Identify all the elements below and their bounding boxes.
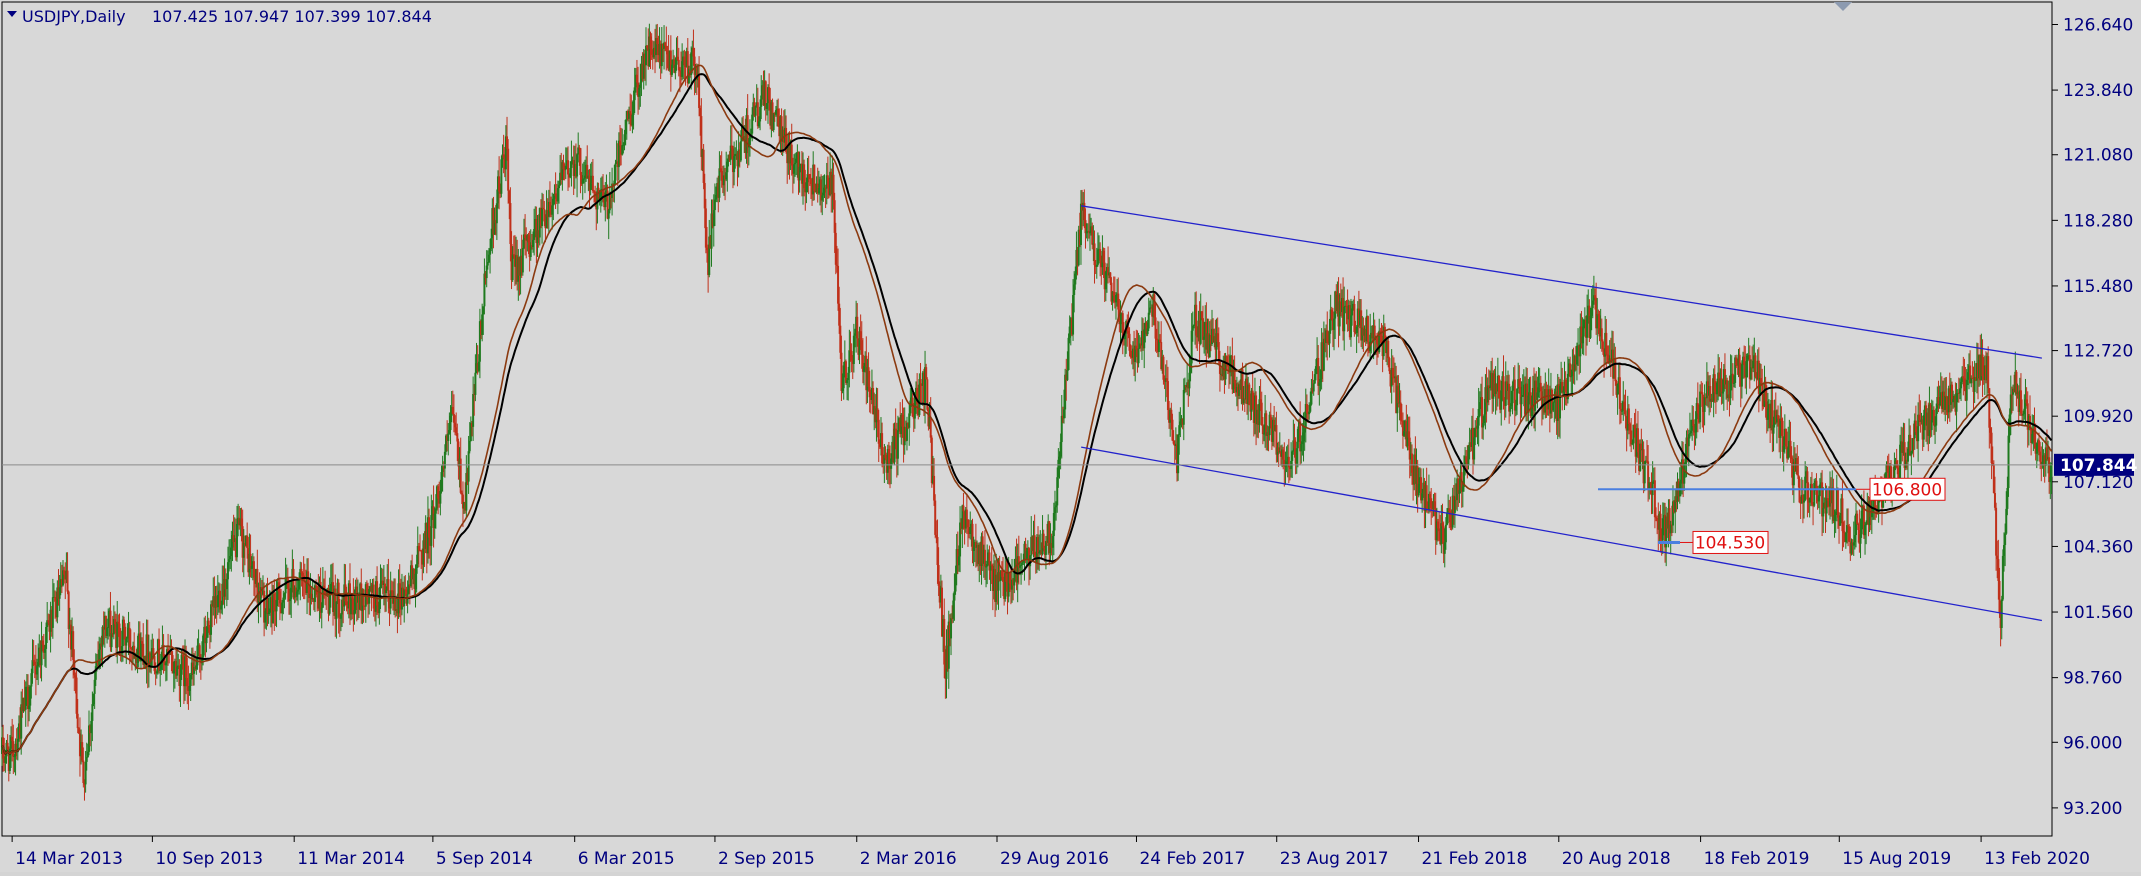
- candle-body: [91, 704, 94, 721]
- candle-body: [1137, 348, 1140, 364]
- time-tick-label: 2 Mar 2016: [860, 849, 957, 869]
- candle-body: [1366, 316, 1369, 343]
- candle-body: [51, 597, 54, 628]
- candle-body: [1856, 513, 1859, 524]
- candle-body: [66, 570, 69, 592]
- time-tick-label: 21 Feb 2018: [1422, 849, 1528, 869]
- candle-body: [739, 141, 742, 161]
- candle-body: [521, 248, 524, 273]
- candle-body: [929, 416, 932, 438]
- level-label-106800: 106.800: [1872, 480, 1942, 500]
- price-tick-label: 121.080: [2063, 146, 2133, 166]
- price-tick-label: 112.720: [2063, 342, 2133, 362]
- candle-body: [1444, 524, 1447, 543]
- chart-container[interactable]: 106.800 104.530 126.640 123.840 121.080 118.…: [0, 0, 2141, 872]
- candle-body: [474, 372, 477, 395]
- price-tick-label: 118.280: [2063, 211, 2133, 231]
- candle-body: [459, 458, 462, 493]
- price-tick-label: 98.760: [2063, 669, 2122, 689]
- candle-body: [335, 601, 338, 620]
- candle-body: [919, 379, 922, 384]
- candle-body: [567, 160, 570, 175]
- price-tick-label: 123.840: [2063, 81, 2133, 101]
- time-tick-label: 10 Sep 2013: [155, 849, 263, 869]
- chart-background: [0, 0, 2141, 872]
- time-tick-label: 18 Feb 2019: [1704, 849, 1810, 869]
- candle-body: [76, 713, 79, 729]
- time-tick-label: 29 Aug 2016: [1000, 849, 1109, 869]
- candle-body: [1987, 356, 1990, 389]
- candle-body: [1182, 389, 1185, 425]
- candle-body: [614, 163, 617, 181]
- price-tick-label: 93.200: [2063, 799, 2122, 819]
- candle-body: [467, 451, 470, 482]
- candle-body: [447, 433, 450, 441]
- candle-body: [754, 106, 757, 116]
- price-tick-label: 101.560: [2063, 603, 2133, 623]
- ohlc-values: 107.425 107.947 107.399 107.844: [152, 7, 432, 26]
- price-tick-label: 104.360: [2063, 537, 2133, 557]
- time-tick-label: 24 Feb 2017: [1139, 849, 1245, 869]
- candle-body: [1388, 358, 1391, 372]
- candle-body: [1822, 507, 1825, 517]
- candle-body: [1312, 383, 1315, 392]
- candle-body: [856, 316, 859, 339]
- level-label-104530: 104.530: [1695, 533, 1765, 553]
- time-tick-label: 13 Feb 2020: [1984, 849, 2090, 869]
- candle-body: [896, 430, 899, 459]
- candle-body: [698, 75, 701, 109]
- candle-body: [1147, 312, 1150, 329]
- candle-body: [1287, 456, 1290, 468]
- candle-body: [579, 148, 582, 176]
- candle-body: [2050, 464, 2053, 477]
- time-tick-label: 23 Aug 2017: [1280, 849, 1389, 869]
- price-tick-label: 109.920: [2063, 407, 2133, 427]
- price-tick-label: 115.480: [2063, 277, 2133, 297]
- candle-body: [205, 637, 208, 644]
- price-tick-label: 96.000: [2063, 733, 2122, 753]
- symbol-label: USDJPY,Daily: [22, 7, 126, 26]
- price-chart[interactable]: 106.800 104.530 126.640 123.840 121.080 118.…: [0, 0, 2141, 872]
- candle-body: [1601, 341, 1604, 350]
- candle-body: [2007, 435, 2010, 489]
- time-tick-label: 2 Sep 2015: [718, 849, 815, 869]
- candle-body: [320, 607, 323, 613]
- candle-body: [507, 148, 510, 191]
- time-tick-label: 5 Sep 2014: [436, 849, 533, 869]
- candle-body: [1520, 396, 1523, 405]
- time-tick-label: 6 Mar 2015: [578, 849, 675, 869]
- candle-body: [468, 441, 471, 452]
- candle-body: [2004, 533, 2007, 546]
- candle-body: [1502, 376, 1505, 401]
- candle-body: [541, 207, 544, 227]
- time-tick-label: 14 Mar 2013: [15, 849, 123, 869]
- candle-body: [85, 757, 88, 762]
- candle-body: [1810, 483, 1813, 505]
- time-tick-label: 11 Mar 2014: [297, 849, 405, 869]
- candle-body: [362, 589, 365, 606]
- candle-body: [1066, 370, 1069, 381]
- price-tick-label: 126.640: [2063, 15, 2133, 35]
- time-tick-label: 20 Aug 2018: [1562, 849, 1671, 869]
- time-tick-label: 15 Aug 2019: [1842, 849, 1951, 869]
- candle-body: [962, 505, 965, 512]
- candle-body: [1624, 410, 1627, 417]
- candle-body: [1387, 340, 1390, 359]
- candle-body: [591, 175, 594, 192]
- chart-header: USDJPY,Daily 107.425 107.947 107.399 107…: [7, 7, 432, 26]
- candle-body: [1699, 391, 1702, 423]
- current-price-label: 107.844: [2060, 456, 2138, 476]
- candle-body: [1614, 358, 1617, 382]
- candle-body: [965, 509, 968, 520]
- candle-body: [718, 168, 721, 198]
- candle-body: [1627, 408, 1630, 425]
